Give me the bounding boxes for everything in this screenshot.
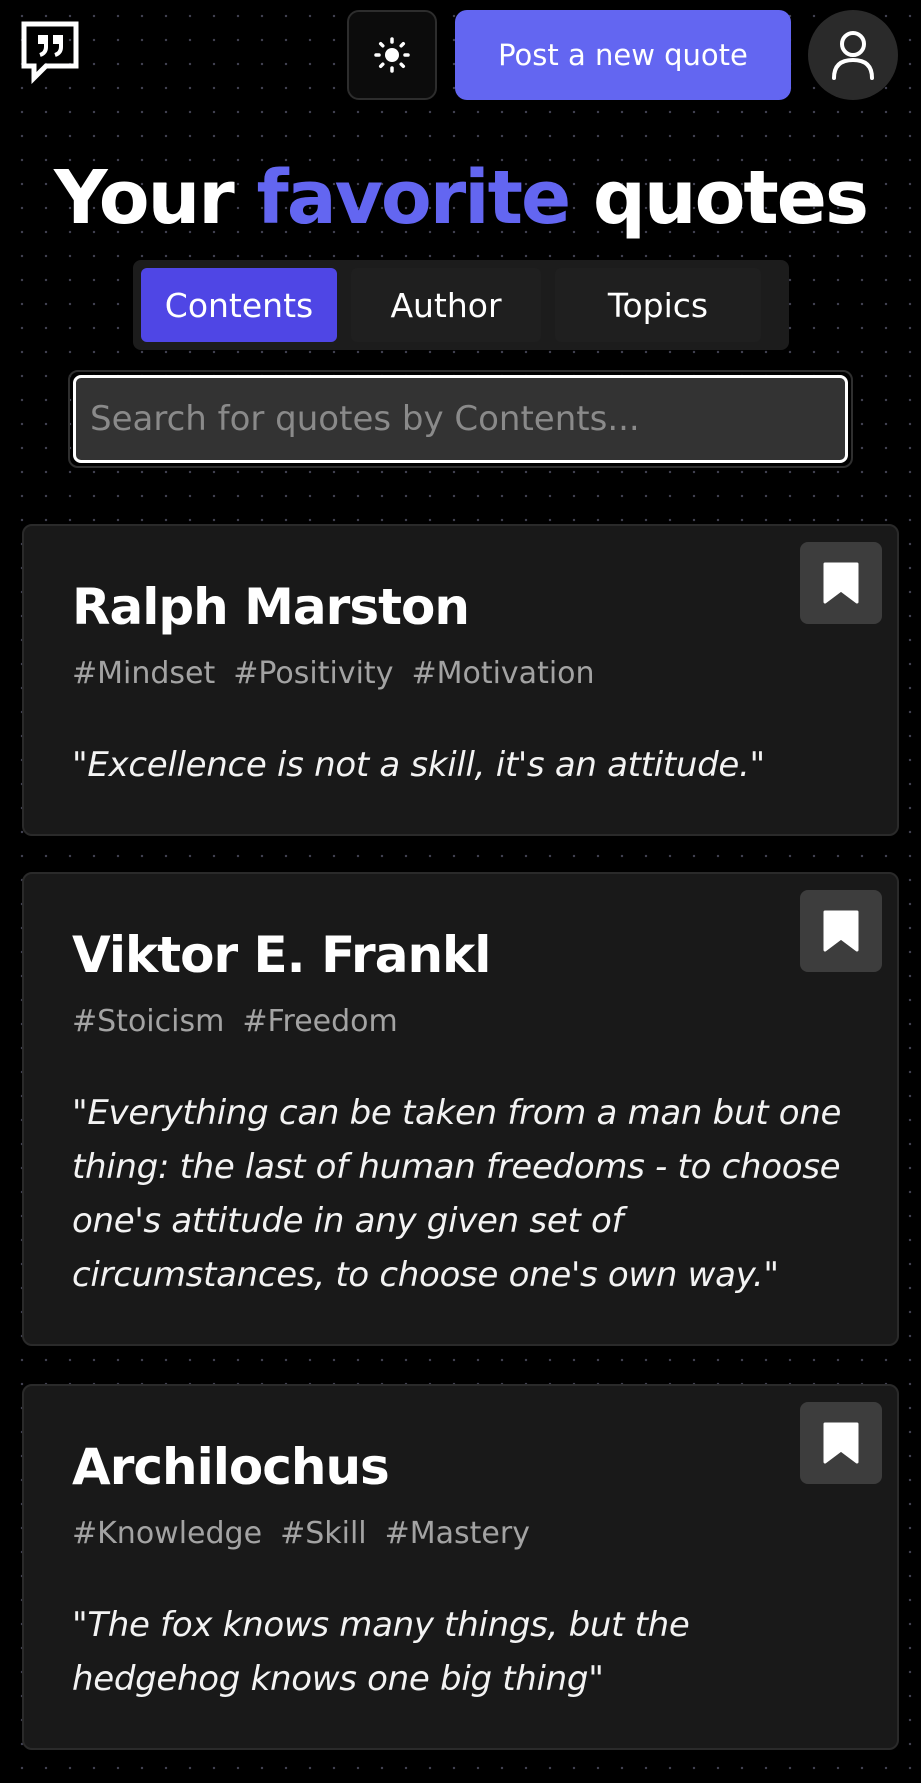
bookmark-button[interactable] bbox=[800, 1402, 882, 1484]
tab-topics[interactable]: Topics bbox=[555, 268, 761, 342]
quote-author: Viktor E. Frankl bbox=[72, 926, 491, 984]
quote-text: "Everything can be taken from a man but … bbox=[72, 1093, 842, 1295]
topic-tag[interactable]: #Knowledge bbox=[72, 1516, 262, 1551]
theme-toggle-button[interactable] bbox=[347, 10, 437, 100]
topic-tag[interactable]: #Freedom bbox=[242, 1004, 397, 1039]
search-mode-tabs: Contents Author Topics bbox=[133, 260, 789, 350]
search-input[interactable] bbox=[73, 375, 848, 463]
user-icon bbox=[832, 31, 874, 80]
tab-author[interactable]: Author bbox=[351, 268, 541, 342]
bookmark-icon bbox=[823, 562, 859, 604]
search-container bbox=[68, 370, 853, 468]
quote-text: "The fox knows many things, but the hedg… bbox=[72, 1605, 690, 1699]
top-bar: Post a new quote bbox=[0, 0, 921, 110]
quote-tags: #Mindset #Positivity #Motivation bbox=[72, 656, 595, 691]
title-highlight: favorite bbox=[256, 155, 572, 241]
quote-author: Archilochus bbox=[72, 1438, 390, 1496]
tab-contents[interactable]: Contents bbox=[141, 268, 337, 342]
page-title: Your favorite quotes bbox=[0, 148, 921, 248]
topic-tag[interactable]: #Motivation bbox=[411, 656, 594, 691]
title-part-2: quotes bbox=[569, 155, 869, 241]
quote-card: Viktor E. Frankl #Stoicism #Freedom "Eve… bbox=[22, 872, 899, 1346]
bookmark-button[interactable] bbox=[800, 542, 882, 624]
topic-tag[interactable]: #Mindset bbox=[72, 656, 215, 691]
quote-bubble-icon[interactable] bbox=[20, 20, 80, 85]
quote-tags: #Stoicism #Freedom bbox=[72, 1004, 398, 1039]
bookmark-icon bbox=[823, 910, 859, 952]
topic-tag[interactable]: #Mastery bbox=[385, 1516, 530, 1551]
bookmark-button[interactable] bbox=[800, 890, 882, 972]
topic-tag[interactable]: #Stoicism bbox=[72, 1004, 224, 1039]
quote-card: Archilochus #Knowledge #Skill #Mastery "… bbox=[22, 1384, 899, 1750]
quote-card: Ralph Marston #Mindset #Positivity #Moti… bbox=[22, 524, 899, 836]
sun-icon bbox=[374, 37, 410, 73]
user-avatar[interactable] bbox=[808, 10, 898, 100]
topic-tag[interactable]: #Skill bbox=[280, 1516, 367, 1551]
quote-text: "Excellence is not a skill, it's an atti… bbox=[72, 745, 765, 785]
quote-tags: #Knowledge #Skill #Mastery bbox=[72, 1516, 530, 1551]
bookmark-icon bbox=[823, 1422, 859, 1464]
quote-author: Ralph Marston bbox=[72, 578, 470, 636]
post-new-quote-button[interactable]: Post a new quote bbox=[455, 10, 791, 100]
topic-tag[interactable]: #Positivity bbox=[233, 656, 393, 691]
title-part-1: Your bbox=[53, 155, 257, 241]
